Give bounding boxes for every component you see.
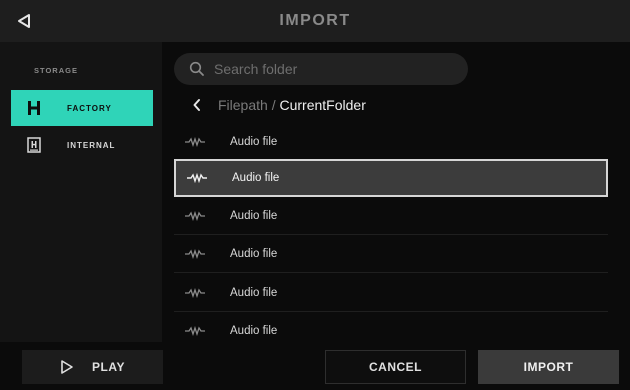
file-row[interactable]: Audio file <box>174 197 608 235</box>
storage-section-label: STORAGE <box>34 66 78 75</box>
file-name: Audio file <box>230 247 278 260</box>
audio-waveform-icon <box>184 247 210 261</box>
file-row[interactable]: Audio file <box>174 312 608 342</box>
storage-item-internal[interactable]: INTERNAL <box>11 127 153 163</box>
parent-folder-button[interactable] <box>184 92 210 118</box>
file-name: Audio file <box>232 172 280 184</box>
file-name: Audio file <box>230 135 278 148</box>
factory-h-icon <box>23 97 45 119</box>
play-button[interactable]: PLAY <box>22 350 163 384</box>
file-list: Audio file Audio file Audio file Audio f… <box>174 124 608 342</box>
import-button[interactable]: IMPORT <box>478 350 619 384</box>
page-title: IMPORT <box>279 12 351 29</box>
breadcrumb-current: CurrentFolder <box>279 97 366 113</box>
chevron-left-icon <box>193 99 200 111</box>
search-icon <box>189 61 204 76</box>
breadcrumb-parent[interactable]: Filepath <box>218 97 268 113</box>
internal-storage-icon <box>23 134 45 156</box>
storage-sidebar: STORAGE FACTORY INTERNAL <box>0 42 162 342</box>
audio-waveform-icon <box>184 135 210 149</box>
file-row[interactable]: Audio file <box>174 235 608 273</box>
file-row-selected[interactable]: Audio file <box>174 159 608 197</box>
file-browser: Search folder Filepath / CurrentFolder A… <box>162 42 630 342</box>
file-name: Audio file <box>230 286 278 299</box>
cancel-button[interactable]: CANCEL <box>325 350 466 384</box>
audio-waveform-icon <box>184 209 210 223</box>
file-name: Audio file <box>230 209 278 222</box>
breadcrumb-separator: / <box>267 97 280 113</box>
search-placeholder: Search folder <box>214 61 298 77</box>
storage-item-factory[interactable]: FACTORY <box>11 90 153 126</box>
audio-waveform-icon <box>184 324 210 338</box>
breadcrumb: Filepath / CurrentFolder <box>174 88 618 122</box>
bottom-bar: PLAY CANCEL IMPORT <box>0 342 630 390</box>
storage-item-label: FACTORY <box>67 103 112 113</box>
file-row[interactable]: Audio file <box>174 123 608 161</box>
storage-item-label: INTERNAL <box>67 140 116 150</box>
search-input[interactable]: Search folder <box>174 53 468 85</box>
audio-waveform-icon <box>186 171 212 185</box>
play-icon <box>60 359 76 375</box>
top-bar: IMPORT <box>0 0 630 42</box>
audio-waveform-icon <box>184 286 210 300</box>
play-label: PLAY <box>92 360 125 374</box>
file-name: Audio file <box>230 325 278 337</box>
file-row[interactable]: Audio file <box>174 274 608 312</box>
